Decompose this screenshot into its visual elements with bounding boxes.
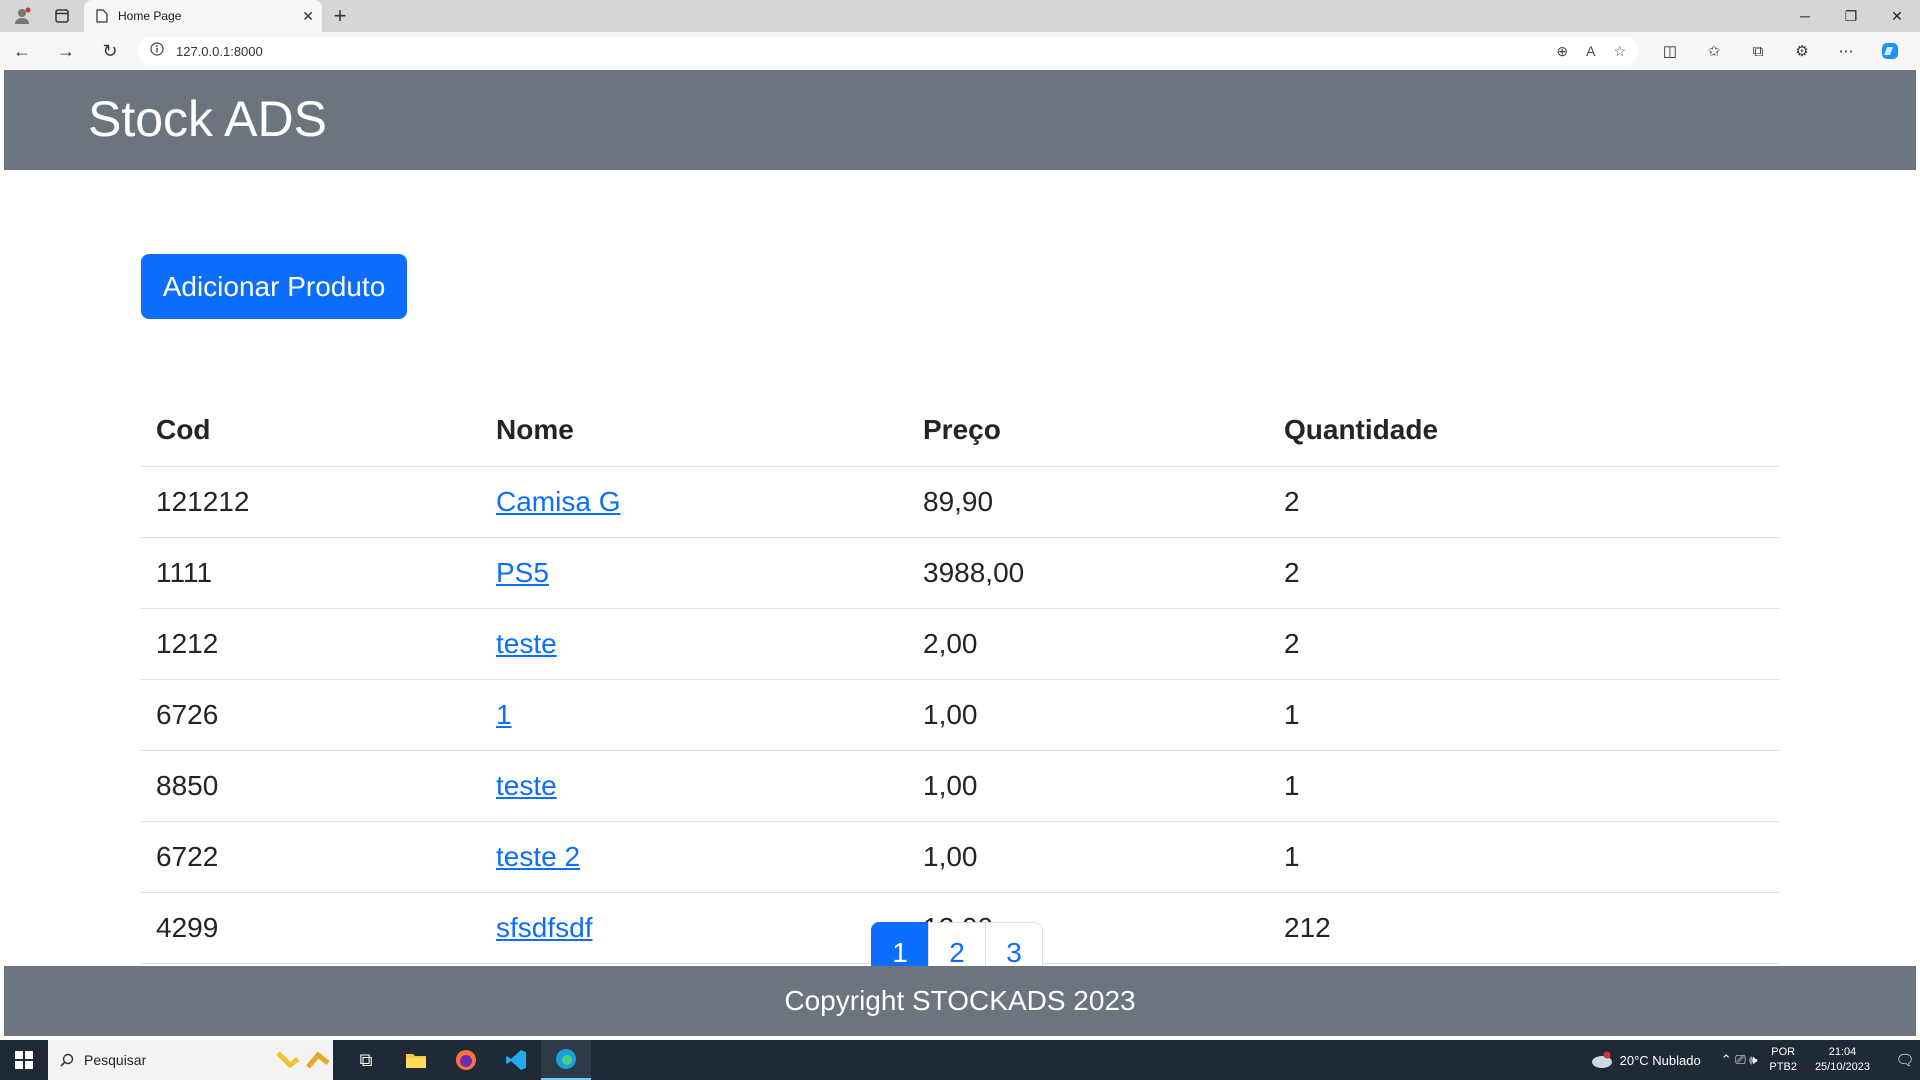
- browser-toolbar: ← → ↻ 127.0.0.1:8000 ⊕ A ☆ ◫ ✩ ⧉ ⚙ ⋯: [0, 32, 1920, 70]
- product-link[interactable]: teste: [496, 628, 557, 659]
- cell-preco: 89,90: [908, 466, 1269, 538]
- tab-title: Home Page: [118, 9, 182, 23]
- cell-quantidade: 2: [1269, 537, 1779, 609]
- search-placeholder: Pesquisar: [84, 1052, 147, 1068]
- cell-cod: 1212: [141, 608, 481, 680]
- table-row: 6722 teste 2 1,00 1: [141, 821, 1779, 893]
- cloud-icon: [1591, 1051, 1612, 1068]
- tab-actions-icon[interactable]: [44, 0, 80, 32]
- language-indicator[interactable]: POR PTB2: [1769, 1045, 1797, 1075]
- extensions-icon[interactable]: ⚙: [1780, 32, 1824, 70]
- restore-icon[interactable]: ❐: [1828, 0, 1874, 32]
- task-view-icon[interactable]: ⧉: [341, 1040, 391, 1080]
- favorites-icon[interactable]: ✩: [1692, 32, 1736, 70]
- cell-cod: 6722: [141, 821, 481, 893]
- product-link[interactable]: 1: [496, 699, 512, 730]
- collections-icon[interactable]: ⧉: [1736, 32, 1780, 70]
- cell-cod: 4299: [141, 892, 481, 964]
- new-tab-button[interactable]: +: [322, 0, 358, 32]
- weather-text: 20°C Nublado: [1619, 1052, 1701, 1068]
- cell-preco: 1,00: [908, 679, 1269, 751]
- minimize-icon[interactable]: ─: [1782, 0, 1828, 32]
- lang-bottom: PTB2: [1769, 1061, 1797, 1073]
- tray-icons[interactable]: ⌃ ⎚ 🕪: [1721, 1052, 1758, 1068]
- clock-date: 25/10/2023: [1814, 1061, 1870, 1073]
- cell-cod: 1111: [141, 537, 481, 609]
- copilot-icon[interactable]: [1868, 32, 1912, 70]
- search-highlight-icon: [276, 1051, 330, 1069]
- table-row: 1212 teste 2,00 2: [141, 608, 1779, 680]
- table-row: 121212 Camisa G 89,90 2: [141, 466, 1779, 538]
- footer: Copyright STOCKADS 2023: [4, 966, 1916, 1036]
- cell-quantidade: 212: [1269, 892, 1779, 964]
- tab-close-icon[interactable]: ✕: [302, 8, 314, 25]
- site-info-icon[interactable]: [150, 41, 164, 61]
- product-link[interactable]: PS5: [496, 557, 549, 588]
- product-link[interactable]: Camisa G: [496, 486, 620, 517]
- cell-quantidade: 2: [1269, 466, 1779, 538]
- vscode-icon[interactable]: [491, 1040, 541, 1080]
- system-tray: 20°C Nublado ⌃ ⎚ 🕪 POR PTB2 21:04 25/10/…: [1590, 1040, 1920, 1080]
- cell-cod: 6726: [141, 679, 481, 751]
- table-row: 1111 PS5 3988,00 2: [141, 537, 1779, 609]
- back-icon[interactable]: ←: [0, 32, 44, 70]
- cell-quantidade: 2: [1269, 608, 1779, 680]
- cell-preco: 1,00: [908, 821, 1269, 893]
- notification-icon[interactable]: 🗨: [1890, 1051, 1920, 1069]
- url-text[interactable]: 127.0.0.1:8000: [176, 44, 1556, 59]
- cell-quantidade: 1: [1269, 821, 1779, 893]
- cell-quantidade: 1: [1269, 750, 1779, 822]
- header-preco: Preço: [908, 394, 1269, 467]
- cell-preco: 2,00: [908, 608, 1269, 680]
- product-link[interactable]: teste: [496, 770, 557, 801]
- firefox-icon[interactable]: [441, 1040, 491, 1080]
- favorite-star-icon[interactable]: ☆: [1613, 43, 1626, 60]
- cell-preco: 1,00: [908, 750, 1269, 822]
- lang-top: POR: [1771, 1046, 1796, 1058]
- file-explorer-icon[interactable]: [391, 1040, 441, 1080]
- header-nome: Nome: [481, 394, 908, 467]
- browser-tab-bar: Home Page ✕ + ─ ❐ ✕: [0, 0, 1920, 32]
- product-link[interactable]: teste 2: [496, 841, 580, 872]
- tab-home-page[interactable]: Home Page ✕: [84, 0, 322, 32]
- read-aloud-icon[interactable]: A: [1586, 43, 1595, 60]
- header-cod: Cod: [141, 394, 481, 467]
- web-page: Stock ADS Adicionar Produto Cod Nome Pre…: [4, 70, 1916, 1036]
- taskbar: Pesquisar ⧉ 20°C Nublado ⌃ ⎚ 🕪 POR PTB2 …: [0, 1040, 1920, 1080]
- products-table: Cod Nome Preço Quantidade 121212 Camisa …: [141, 394, 1779, 964]
- brand-title[interactable]: Stock ADS: [88, 90, 327, 148]
- header-quantidade: Quantidade: [1269, 394, 1779, 467]
- cell-quantidade: 1: [1269, 679, 1779, 751]
- clock-time: 21:04: [1828, 1046, 1857, 1058]
- navbar: Stock ADS: [4, 70, 1916, 170]
- cell-preco: 3988,00: [908, 537, 1269, 609]
- weather-widget[interactable]: 20°C Nublado: [1590, 1051, 1701, 1069]
- table-row: 6726 1 1,00 1: [141, 679, 1779, 751]
- cell-cod: 121212: [141, 466, 481, 538]
- address-bar[interactable]: 127.0.0.1:8000 ⊕ A ☆: [138, 37, 1638, 65]
- windows-start-icon[interactable]: [0, 1040, 48, 1080]
- window-close-icon[interactable]: ✕: [1874, 0, 1920, 32]
- refresh-icon[interactable]: ↻: [88, 32, 132, 70]
- add-product-button[interactable]: Adicionar Produto: [141, 254, 407, 319]
- page-icon: [96, 9, 108, 23]
- edge-icon[interactable]: [541, 1040, 591, 1080]
- search-icon: [60, 1053, 74, 1067]
- forward-icon[interactable]: →: [44, 32, 88, 70]
- more-icon[interactable]: ⋯: [1824, 32, 1868, 70]
- cell-cod: 8850: [141, 750, 481, 822]
- profile-icon[interactable]: [0, 0, 44, 32]
- copyright-text: Copyright STOCKADS 2023: [784, 985, 1136, 1016]
- clock[interactable]: 21:04 25/10/2023: [1815, 1045, 1870, 1075]
- zoom-icon[interactable]: ⊕: [1556, 43, 1568, 60]
- table-row: 8850 teste 1,00 1: [141, 750, 1779, 822]
- product-link[interactable]: sfsdfsdf: [496, 912, 592, 943]
- taskbar-search[interactable]: Pesquisar: [48, 1040, 333, 1080]
- table-header-row: Cod Nome Preço Quantidade: [141, 394, 1779, 467]
- split-screen-icon[interactable]: ◫: [1648, 32, 1692, 70]
- window-controls: ─ ❐ ✕: [1782, 0, 1920, 32]
